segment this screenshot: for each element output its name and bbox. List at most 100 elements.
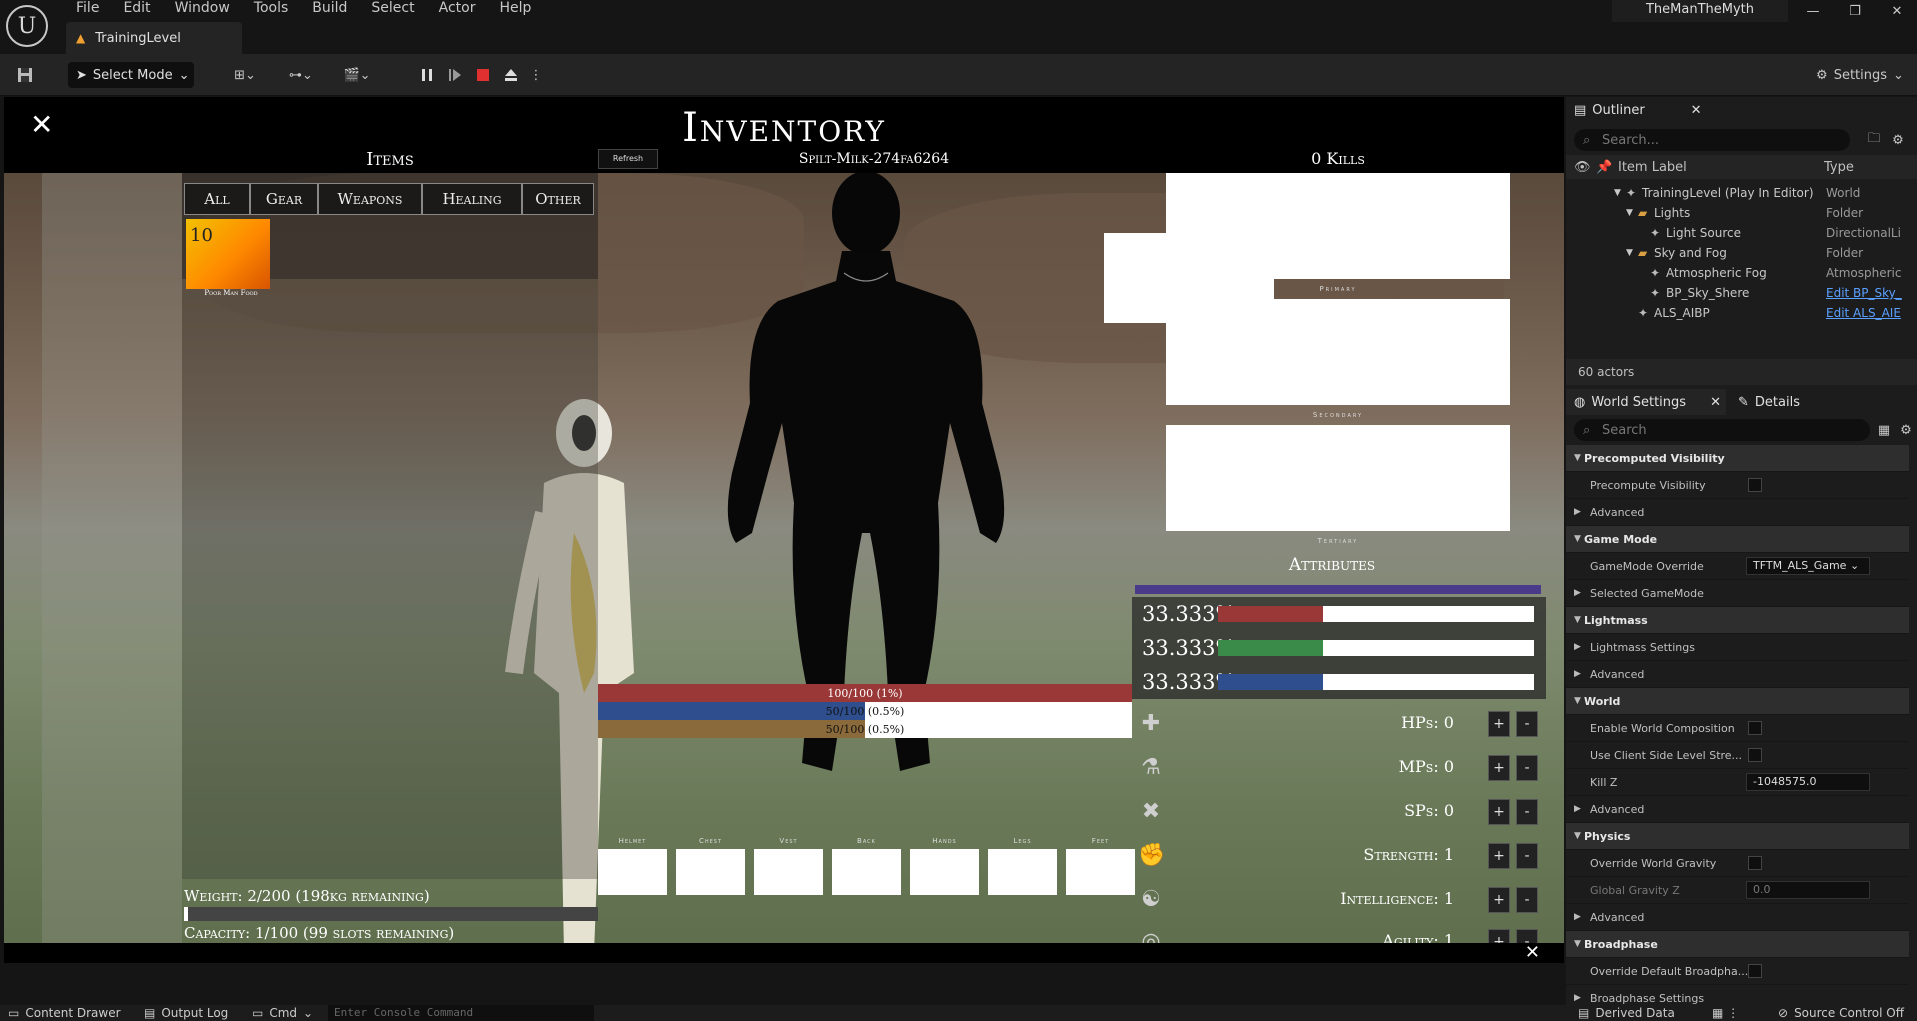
pause-icon[interactable] — [416, 64, 438, 86]
details-property[interactable]: Override Default Broadpha... — [1566, 958, 1909, 985]
expand-arrow-icon[interactable]: ▶ — [1574, 507, 1581, 517]
gear-slot-legs[interactable]: Legs — [988, 837, 1057, 895]
property-checkbox[interactable] — [1748, 748, 1762, 762]
outliner-row[interactable]: ✦ Light Source DirectionalLi — [1566, 223, 1906, 243]
expand-arrow-icon[interactable]: ▶ — [1574, 669, 1581, 679]
gear-slot-hands[interactable]: Hands — [910, 837, 979, 895]
expand-arrow-icon[interactable]: ▶ — [1574, 588, 1581, 598]
collapse-arrow-icon[interactable]: ▼ — [1574, 831, 1581, 841]
property-value-field[interactable]: -1048575.0 — [1746, 773, 1870, 791]
restore-icon[interactable]: ❐ — [1840, 2, 1870, 22]
property-value-field[interactable]: 0.0 — [1746, 881, 1870, 899]
gear-slot-helmet[interactable]: Helmet — [598, 837, 667, 895]
close-window-icon[interactable]: ✕ — [1882, 2, 1912, 22]
details-property[interactable]: Precompute Visibility — [1566, 472, 1909, 499]
menu-build[interactable]: Build — [300, 0, 359, 18]
details-property[interactable]: ▶ Lightmass Settings — [1566, 634, 1909, 661]
details-property[interactable]: ▶ Selected GameMode — [1566, 580, 1909, 607]
user-name[interactable]: TheManTheMyth — [1612, 0, 1788, 22]
play-options-icon[interactable]: ⋮ — [530, 64, 543, 86]
menu-select[interactable]: Select — [359, 0, 426, 18]
details-settings-icon[interactable]: ⚙ — [1896, 419, 1916, 441]
increase-button[interactable]: + — [1488, 799, 1510, 825]
menu-file[interactable]: File — [64, 0, 111, 18]
cmd-dropdown[interactable]: ▭ Cmd ⌄ — [252, 1006, 313, 1020]
filter-all[interactable]: All — [184, 183, 250, 215]
details-section[interactable]: ▼ Physics — [1566, 823, 1909, 850]
menu-window[interactable]: Window — [163, 0, 242, 18]
close-tab-icon[interactable]: ✕ — [1691, 103, 1702, 118]
unreal-logo-icon[interactable]: U — [6, 5, 48, 47]
details-property[interactable]: ▶ Advanced — [1566, 661, 1909, 688]
weapon-slot-primary[interactable] — [1166, 173, 1510, 279]
visibility-icon[interactable]: 👁 — [1574, 160, 1591, 175]
blueprint-icon[interactable]: ⊶⌄ — [282, 64, 320, 86]
cinematics-icon[interactable]: 🎬⌄ — [338, 64, 376, 86]
weapon-slot-tertiary[interactable] — [1166, 425, 1510, 531]
decrease-button[interactable]: - — [1516, 755, 1538, 781]
decrease-button[interactable]: - — [1516, 799, 1538, 825]
outliner-row[interactable]: ✦ BP_Sky_Shere Edit BP_Sky_ — [1566, 283, 1906, 303]
collapse-arrow-icon[interactable]: ▼ — [1574, 696, 1581, 706]
step-icon[interactable] — [444, 64, 466, 86]
outliner-tab[interactable]: ▤ Outliner ✕ — [1566, 97, 1726, 123]
menu-help[interactable]: Help — [487, 0, 543, 18]
gear-slot-back[interactable]: Back — [832, 837, 901, 895]
output-log-button[interactable]: ▤ Output Log — [144, 1006, 228, 1020]
increase-button[interactable]: + — [1488, 843, 1510, 869]
expand-arrow-icon[interactable]: ▶ — [1574, 804, 1581, 814]
stop-icon[interactable] — [472, 64, 494, 86]
expand-arrow-icon[interactable]: ▶ — [1574, 993, 1581, 1003]
details-property[interactable]: Kill Z -1048575.0 — [1566, 769, 1909, 796]
gear-slot-vest[interactable]: Vest — [754, 837, 823, 895]
details-tab[interactable]: ✎ Details — [1730, 389, 1830, 415]
details-property[interactable]: GameMode Override TFTM_ALS_Game ⌄ — [1566, 553, 1909, 580]
collapse-arrow-icon[interactable]: ▼ — [1574, 453, 1581, 463]
source-control-button[interactable]: ⊘ Source Control Off — [1778, 1006, 1904, 1020]
item-slot-food[interactable]: 10 — [186, 219, 270, 289]
table-view-icon[interactable]: ▦ — [1874, 419, 1894, 441]
type-column[interactable]: Type — [1824, 160, 1854, 175]
expand-arrow-icon[interactable]: ▼ — [1626, 208, 1633, 218]
outliner-search-input[interactable]: ⌕ Search... — [1574, 129, 1850, 151]
filter-gear[interactable]: Gear — [250, 183, 318, 215]
save-icon[interactable] — [14, 64, 36, 86]
details-section[interactable]: ▼ Precomputed Visibility — [1566, 445, 1909, 472]
filter-weapons[interactable]: Weapons — [318, 183, 422, 215]
outliner-item-type[interactable]: Edit BP_Sky_ — [1826, 286, 1902, 300]
outliner-item-type[interactable]: Edit ALS_AIE — [1826, 306, 1901, 320]
outliner-row[interactable]: ✦ Atmospheric Fog Atmospheric — [1566, 263, 1906, 283]
pin-icon[interactable]: 📌 — [1596, 160, 1612, 175]
details-property[interactable]: Enable World Composition — [1566, 715, 1909, 742]
expand-arrow-icon[interactable]: ▶ — [1574, 642, 1581, 652]
refresh-button[interactable]: Refresh — [598, 149, 658, 169]
weapon-slot-secondary[interactable] — [1166, 299, 1510, 405]
world-settings-tab[interactable]: ◍ World Settings ✕ — [1566, 389, 1726, 415]
details-section[interactable]: ▼ World — [1566, 688, 1909, 715]
game-viewport[interactable]: ✕ Inventory Items Refresh Spilt-Milk-274… — [4, 97, 1564, 963]
select-mode-dropdown[interactable]: ➤ Select Mode ⌄ — [68, 62, 194, 88]
property-value-field[interactable]: TFTM_ALS_Game ⌄ — [1746, 557, 1870, 575]
outliner-row[interactable]: ▼ ▰ Lights Folder — [1566, 203, 1906, 223]
expand-arrow-icon[interactable]: ▼ — [1614, 188, 1621, 198]
viewport-close-icon[interactable]: ✕ — [1525, 943, 1540, 963]
details-property[interactable]: ▶ Advanced — [1566, 904, 1909, 931]
gear-slot-feet[interactable]: Feet — [1066, 837, 1135, 895]
menu-tools[interactable]: Tools — [242, 0, 301, 18]
details-property[interactable]: ▶ Advanced — [1566, 796, 1909, 823]
increase-button[interactable]: + — [1488, 711, 1510, 737]
console-input[interactable]: Enter Console Command — [328, 1005, 594, 1021]
status-options-icon[interactable]: ▦ ⋮ — [1712, 1006, 1739, 1020]
increase-button[interactable]: + — [1488, 755, 1510, 781]
level-tab[interactable]: ▲ TrainingLevel — [66, 22, 242, 54]
item-label-column[interactable]: Item Label — [1618, 160, 1687, 175]
menu-edit[interactable]: Edit — [111, 0, 162, 18]
increase-button[interactable]: + — [1488, 887, 1510, 913]
increase-button[interactable]: + — [1488, 929, 1510, 943]
details-property[interactable]: Override World Gravity — [1566, 850, 1909, 877]
decrease-button[interactable]: - — [1516, 887, 1538, 913]
decrease-button[interactable]: - — [1516, 711, 1538, 737]
details-section[interactable]: ▼ Lightmass — [1566, 607, 1909, 634]
details-property[interactable]: ▶ Broadphase Settings — [1566, 985, 1909, 1005]
details-property[interactable]: Global Gravity Z 0.0 — [1566, 877, 1909, 904]
